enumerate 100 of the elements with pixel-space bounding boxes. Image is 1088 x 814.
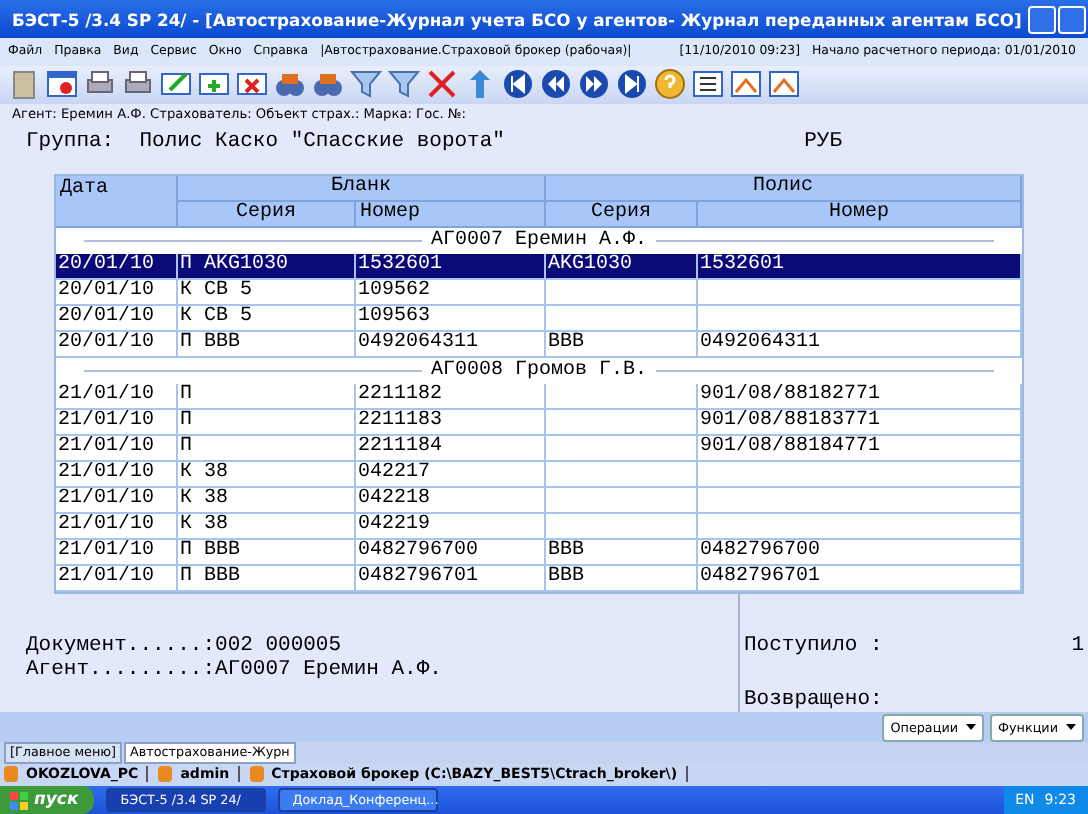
- table-cell: 0482796701: [698, 565, 1022, 592]
- group-value: Полис Каско "Спасские ворота": [139, 130, 505, 154]
- table-cell: 21/01/10: [56, 409, 178, 436]
- table-cell: 901/08/88182771: [698, 383, 1022, 410]
- window-icon[interactable]: [46, 68, 78, 101]
- caret-icon: [966, 724, 977, 731]
- group-title: АГ0007 Еремин А.Ф.: [430, 229, 648, 252]
- column-header: Серия: [546, 201, 698, 228]
- help-icon[interactable]: [654, 68, 686, 101]
- currency-text: РУБ: [804, 130, 842, 154]
- table-cell: 2211184: [356, 435, 546, 462]
- start-button[interactable]: пуск: [0, 786, 95, 814]
- table-row[interactable]: 21/01/10 К 38 042217: [56, 461, 1022, 488]
- table-cell: 042219: [356, 513, 546, 540]
- table-cell: К 38: [178, 513, 356, 540]
- table-row[interactable]: 21/01/10 П 2211182 901/08/88182771: [56, 383, 1022, 410]
- filter-icon[interactable]: [350, 68, 382, 101]
- add-icon[interactable]: [198, 68, 230, 101]
- table-cell: П: [178, 435, 356, 462]
- table-cell: 21/01/10: [56, 461, 178, 488]
- table-cell: 21/01/10: [56, 435, 178, 462]
- table-cell: 20/01/10: [56, 305, 178, 332]
- table-row[interactable]: 20/01/10 П ВВВ 0492064311 ВВВ 0492064311: [56, 331, 1022, 358]
- binoculars-icon[interactable]: [274, 68, 306, 101]
- table-row[interactable]: 21/01/10 К 38 042219: [56, 513, 1022, 540]
- table-cell: 0482796700: [698, 539, 1022, 566]
- table-row[interactable]: 20/01/10 К СВ 5 109563: [56, 305, 1022, 332]
- maximize-button[interactable]: [1057, 5, 1086, 34]
- window-title: БЭСТ-5 /3.4 SP 24/ - [Автострахование-Журнал учета БСО у агентов- Журнал переданных агентам БСО]: [12, 9, 1022, 30]
- table-cell: 042218: [356, 487, 546, 514]
- cross-icon[interactable]: [426, 68, 458, 101]
- next-icon[interactable]: [578, 68, 610, 101]
- table-cell: 901/08/88183771: [698, 409, 1022, 436]
- received-value: 1: [1071, 633, 1084, 658]
- table-cell: П: [178, 383, 356, 410]
- table-cell: 21/01/10: [56, 539, 178, 566]
- table-cell: 0492064311: [698, 331, 1022, 358]
- table-cell: П: [178, 409, 356, 436]
- table-cell: ВВВ: [546, 565, 698, 592]
- table-row[interactable]: 20/01/10 К СВ 5 109562: [56, 279, 1022, 306]
- received-label: Поступило :: [744, 633, 883, 658]
- table-row[interactable]: 21/01/10 П 2211183 901/08/88183771: [56, 409, 1022, 436]
- column-header: Серия: [178, 201, 356, 228]
- status-icon: [4, 766, 18, 783]
- table-row[interactable]: 21/01/10 П 2211184 901/08/88184771: [56, 435, 1022, 462]
- table-cell: 1532601: [356, 253, 546, 280]
- status-icon: [158, 766, 173, 783]
- chart-icon[interactable]: [768, 68, 800, 101]
- table-cell: 20/01/10: [56, 253, 178, 280]
- table-cell: К СВ 5: [178, 305, 356, 332]
- group-label: Группа:: [26, 130, 115, 154]
- table-cell: П ВВВ: [178, 539, 356, 566]
- table-cell: 21/01/10: [56, 383, 178, 410]
- column-header: Полис: [546, 175, 1022, 202]
- document-text: Документ......:002 000005: [26, 633, 344, 658]
- table-cell: К 38: [178, 461, 356, 488]
- filter-icon[interactable]: [388, 68, 420, 101]
- table-cell: 042217: [356, 461, 546, 488]
- table-cell: 109563: [356, 305, 546, 332]
- agent-text: Агент.........:АГ0007 Еремин А.Ф.: [26, 657, 444, 682]
- last-icon[interactable]: [616, 68, 648, 101]
- document-icon[interactable]: [8, 68, 40, 101]
- binoculars-icon[interactable]: [312, 68, 344, 101]
- table-cell: 2211182: [356, 383, 546, 410]
- table-cell: 20/01/10: [56, 331, 178, 358]
- status-icon: [249, 766, 264, 783]
- column-header: Номер: [698, 201, 1022, 228]
- group-title: АГ0008 Громов Г.В.: [430, 359, 648, 382]
- table-cell: 901/08/88184771: [698, 435, 1022, 462]
- minimize-button[interactable]: [1027, 5, 1056, 34]
- table-cell: 0482796701: [356, 565, 546, 592]
- table-cell: 109562: [356, 279, 546, 306]
- table-cell: П AKG1030: [178, 253, 356, 280]
- table-row[interactable]: 21/01/10 К 38 042218: [56, 487, 1022, 514]
- table-row[interactable]: 20/01/10 П AKG1030 1532601 AKG1030 1532601: [56, 253, 1022, 280]
- table-cell: 20/01/10: [56, 279, 178, 306]
- chart-icon[interactable]: [730, 68, 762, 101]
- returned-label: Возвращено:: [744, 688, 883, 713]
- column-header: Бланк: [178, 175, 546, 202]
- table-cell: К СВ 5: [178, 279, 356, 306]
- table-row[interactable]: 21/01/10 П ВВВ 0482796701 ВВВ 0482796701: [56, 565, 1022, 592]
- column-header: Номер: [356, 201, 546, 228]
- table-cell: 0482796700: [356, 539, 546, 566]
- table-cell: ВВВ: [546, 539, 698, 566]
- table-cell: 21/01/10: [56, 565, 178, 592]
- table-cell: П ВВВ: [178, 565, 356, 592]
- delete-icon[interactable]: [236, 68, 268, 101]
- column-header: Дата: [56, 175, 178, 228]
- table-row[interactable]: 21/01/10 П ВВВ 0482796700 ВВВ 0482796700: [56, 539, 1022, 566]
- table-cell: ВВВ: [546, 331, 698, 358]
- edit-icon[interactable]: [160, 68, 192, 101]
- first-icon[interactable]: [502, 68, 534, 101]
- table-cell: 0492064311: [356, 331, 546, 358]
- list-icon[interactable]: [692, 68, 724, 101]
- table-cell: 21/01/10: [56, 487, 178, 514]
- caret-icon: [1066, 724, 1076, 731]
- previous-icon[interactable]: [540, 68, 572, 101]
- table-cell: 21/01/10: [56, 513, 178, 540]
- table-cell: П ВВВ: [178, 331, 356, 358]
- table-cell: 2211183: [356, 409, 546, 436]
